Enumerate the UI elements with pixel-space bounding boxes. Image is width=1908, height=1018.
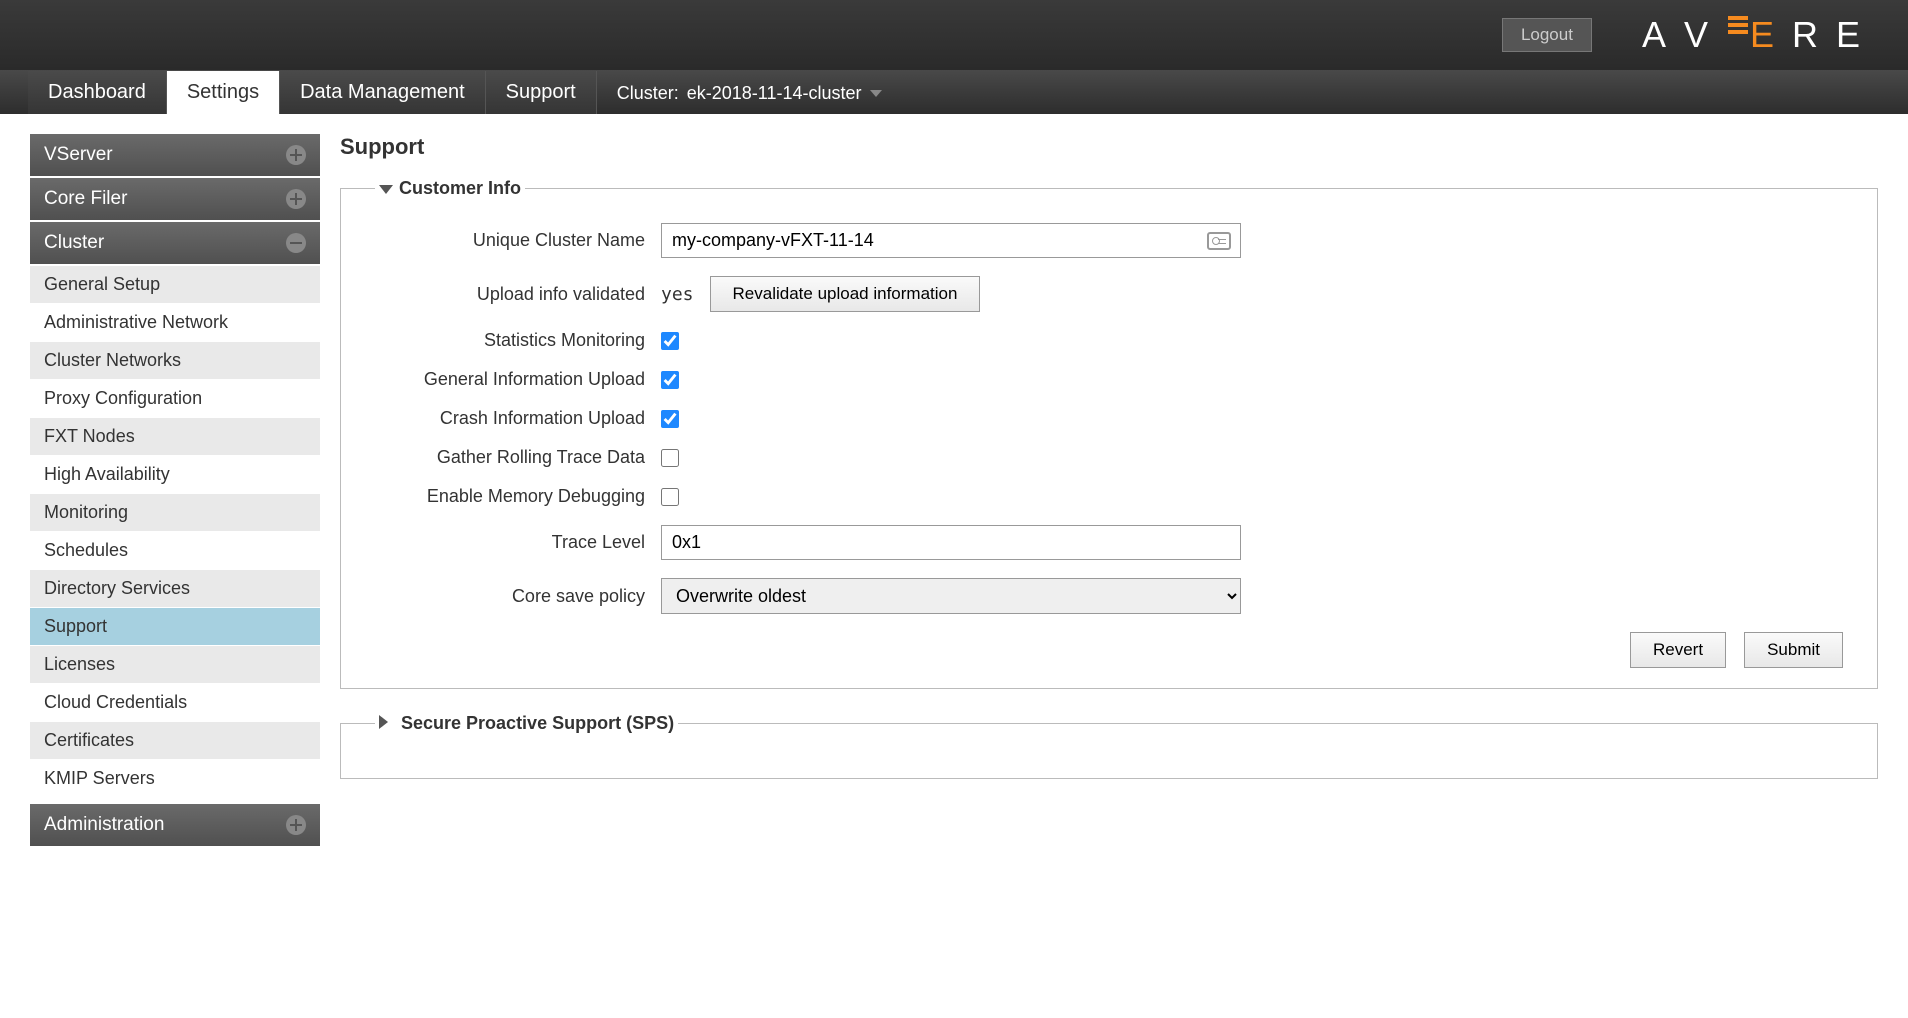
sidebar-item-support[interactable]: Support (30, 608, 320, 646)
brand-logo: AVERE (1642, 14, 1878, 56)
sidebar-item-fxt-nodes[interactable]: FXT Nodes (30, 418, 320, 456)
cluster-name: ek-2018-11-14-cluster (687, 83, 862, 104)
sidebar-item-admin-network[interactable]: Administrative Network (30, 304, 320, 342)
label-crash-upload: Crash Information Upload (375, 408, 645, 429)
logout-button[interactable]: Logout (1502, 18, 1592, 52)
revert-button[interactable]: Revert (1630, 632, 1726, 668)
sidebar-item-cluster-networks[interactable]: Cluster Networks (30, 342, 320, 380)
submit-button[interactable]: Submit (1744, 632, 1843, 668)
chevron-down-icon (870, 90, 882, 97)
tab-data-management[interactable]: Data Management (280, 71, 486, 114)
general-upload-checkbox[interactable] (661, 371, 679, 389)
fieldset-legend-text: Customer Info (399, 178, 521, 198)
revalidate-button[interactable]: Revalidate upload information (710, 276, 981, 312)
sidebar-section-corefiler[interactable]: Core Filer (30, 178, 320, 220)
label-stats-monitoring: Statistics Monitoring (375, 330, 645, 351)
page-title: Support (340, 134, 1878, 160)
id-card-icon (1207, 232, 1231, 250)
sidebar-item-kmip-servers[interactable]: KMIP Servers (30, 760, 320, 798)
sidebar-item-high-availability[interactable]: High Availability (30, 456, 320, 494)
rolling-trace-checkbox[interactable] (661, 449, 679, 467)
label-core-save: Core save policy (375, 586, 645, 607)
fieldset-customer-info: Customer Info Unique Cluster Name Upload… (340, 178, 1878, 689)
crash-upload-checkbox[interactable] (661, 410, 679, 428)
sidebar-item-schedules[interactable]: Schedules (30, 532, 320, 570)
sidebar-section-title: VServer (44, 144, 113, 166)
tab-dashboard[interactable]: Dashboard (28, 71, 167, 114)
main-content: Support Customer Info Unique Cluster Nam… (340, 134, 1878, 848)
tabbar: Dashboard Settings Data Management Suppo… (0, 70, 1908, 114)
label-upload-validated: Upload info validated (375, 284, 645, 305)
cluster-prefix: Cluster: (617, 83, 679, 104)
topbar: Logout AVERE (0, 0, 1908, 70)
sidebar-item-directory-services[interactable]: Directory Services (30, 570, 320, 608)
label-unique-cluster-name: Unique Cluster Name (375, 230, 645, 251)
fieldset-legend[interactable]: Secure Proactive Support (SPS) (375, 713, 678, 734)
triangle-right-icon (379, 715, 395, 729)
fieldset-legend-text: Secure Proactive Support (SPS) (401, 713, 674, 733)
sidebar-item-proxy-config[interactable]: Proxy Configuration (30, 380, 320, 418)
sidebar-item-certificates[interactable]: Certificates (30, 722, 320, 760)
tab-support[interactable]: Support (486, 71, 597, 114)
triangle-down-icon (379, 185, 393, 194)
cluster-selector[interactable]: Cluster: ek-2018-11-14-cluster (597, 73, 902, 114)
sidebar-item-general-setup[interactable]: General Setup (30, 266, 320, 304)
label-mem-debug: Enable Memory Debugging (375, 486, 645, 507)
minus-icon (286, 233, 306, 253)
plus-icon (286, 189, 306, 209)
label-trace-level: Trace Level (375, 532, 645, 553)
mem-debug-checkbox[interactable] (661, 488, 679, 506)
label-general-upload: General Information Upload (375, 369, 645, 390)
stats-monitoring-checkbox[interactable] (661, 332, 679, 350)
sidebar-item-licenses[interactable]: Licenses (30, 646, 320, 684)
sidebar-section-vserver[interactable]: VServer (30, 134, 320, 176)
sidebar-section-title: Cluster (44, 232, 104, 254)
upload-validated-value: yes (661, 284, 694, 305)
label-rolling-trace: Gather Rolling Trace Data (375, 447, 645, 468)
fieldset-legend[interactable]: Customer Info (375, 178, 525, 199)
unique-cluster-name-input[interactable] (661, 223, 1241, 258)
sidebar-section-title: Administration (44, 814, 164, 836)
sidebar-item-cloud-credentials[interactable]: Cloud Credentials (30, 684, 320, 722)
plus-icon (286, 145, 306, 165)
trace-level-input[interactable] (661, 525, 1241, 560)
core-save-policy-select[interactable]: Overwrite oldest (661, 578, 1241, 614)
sidebar-section-cluster[interactable]: Cluster (30, 222, 320, 264)
plus-icon (286, 815, 306, 835)
sidebar-item-monitoring[interactable]: Monitoring (30, 494, 320, 532)
sidebar: VServer Core Filer Cluster General Setup… (30, 134, 320, 848)
sidebar-section-title: Core Filer (44, 188, 127, 210)
tab-settings[interactable]: Settings (167, 71, 280, 114)
fieldset-sps: Secure Proactive Support (SPS) (340, 713, 1878, 779)
logo-bars-icon (1728, 16, 1748, 34)
sidebar-section-administration[interactable]: Administration (30, 804, 320, 846)
